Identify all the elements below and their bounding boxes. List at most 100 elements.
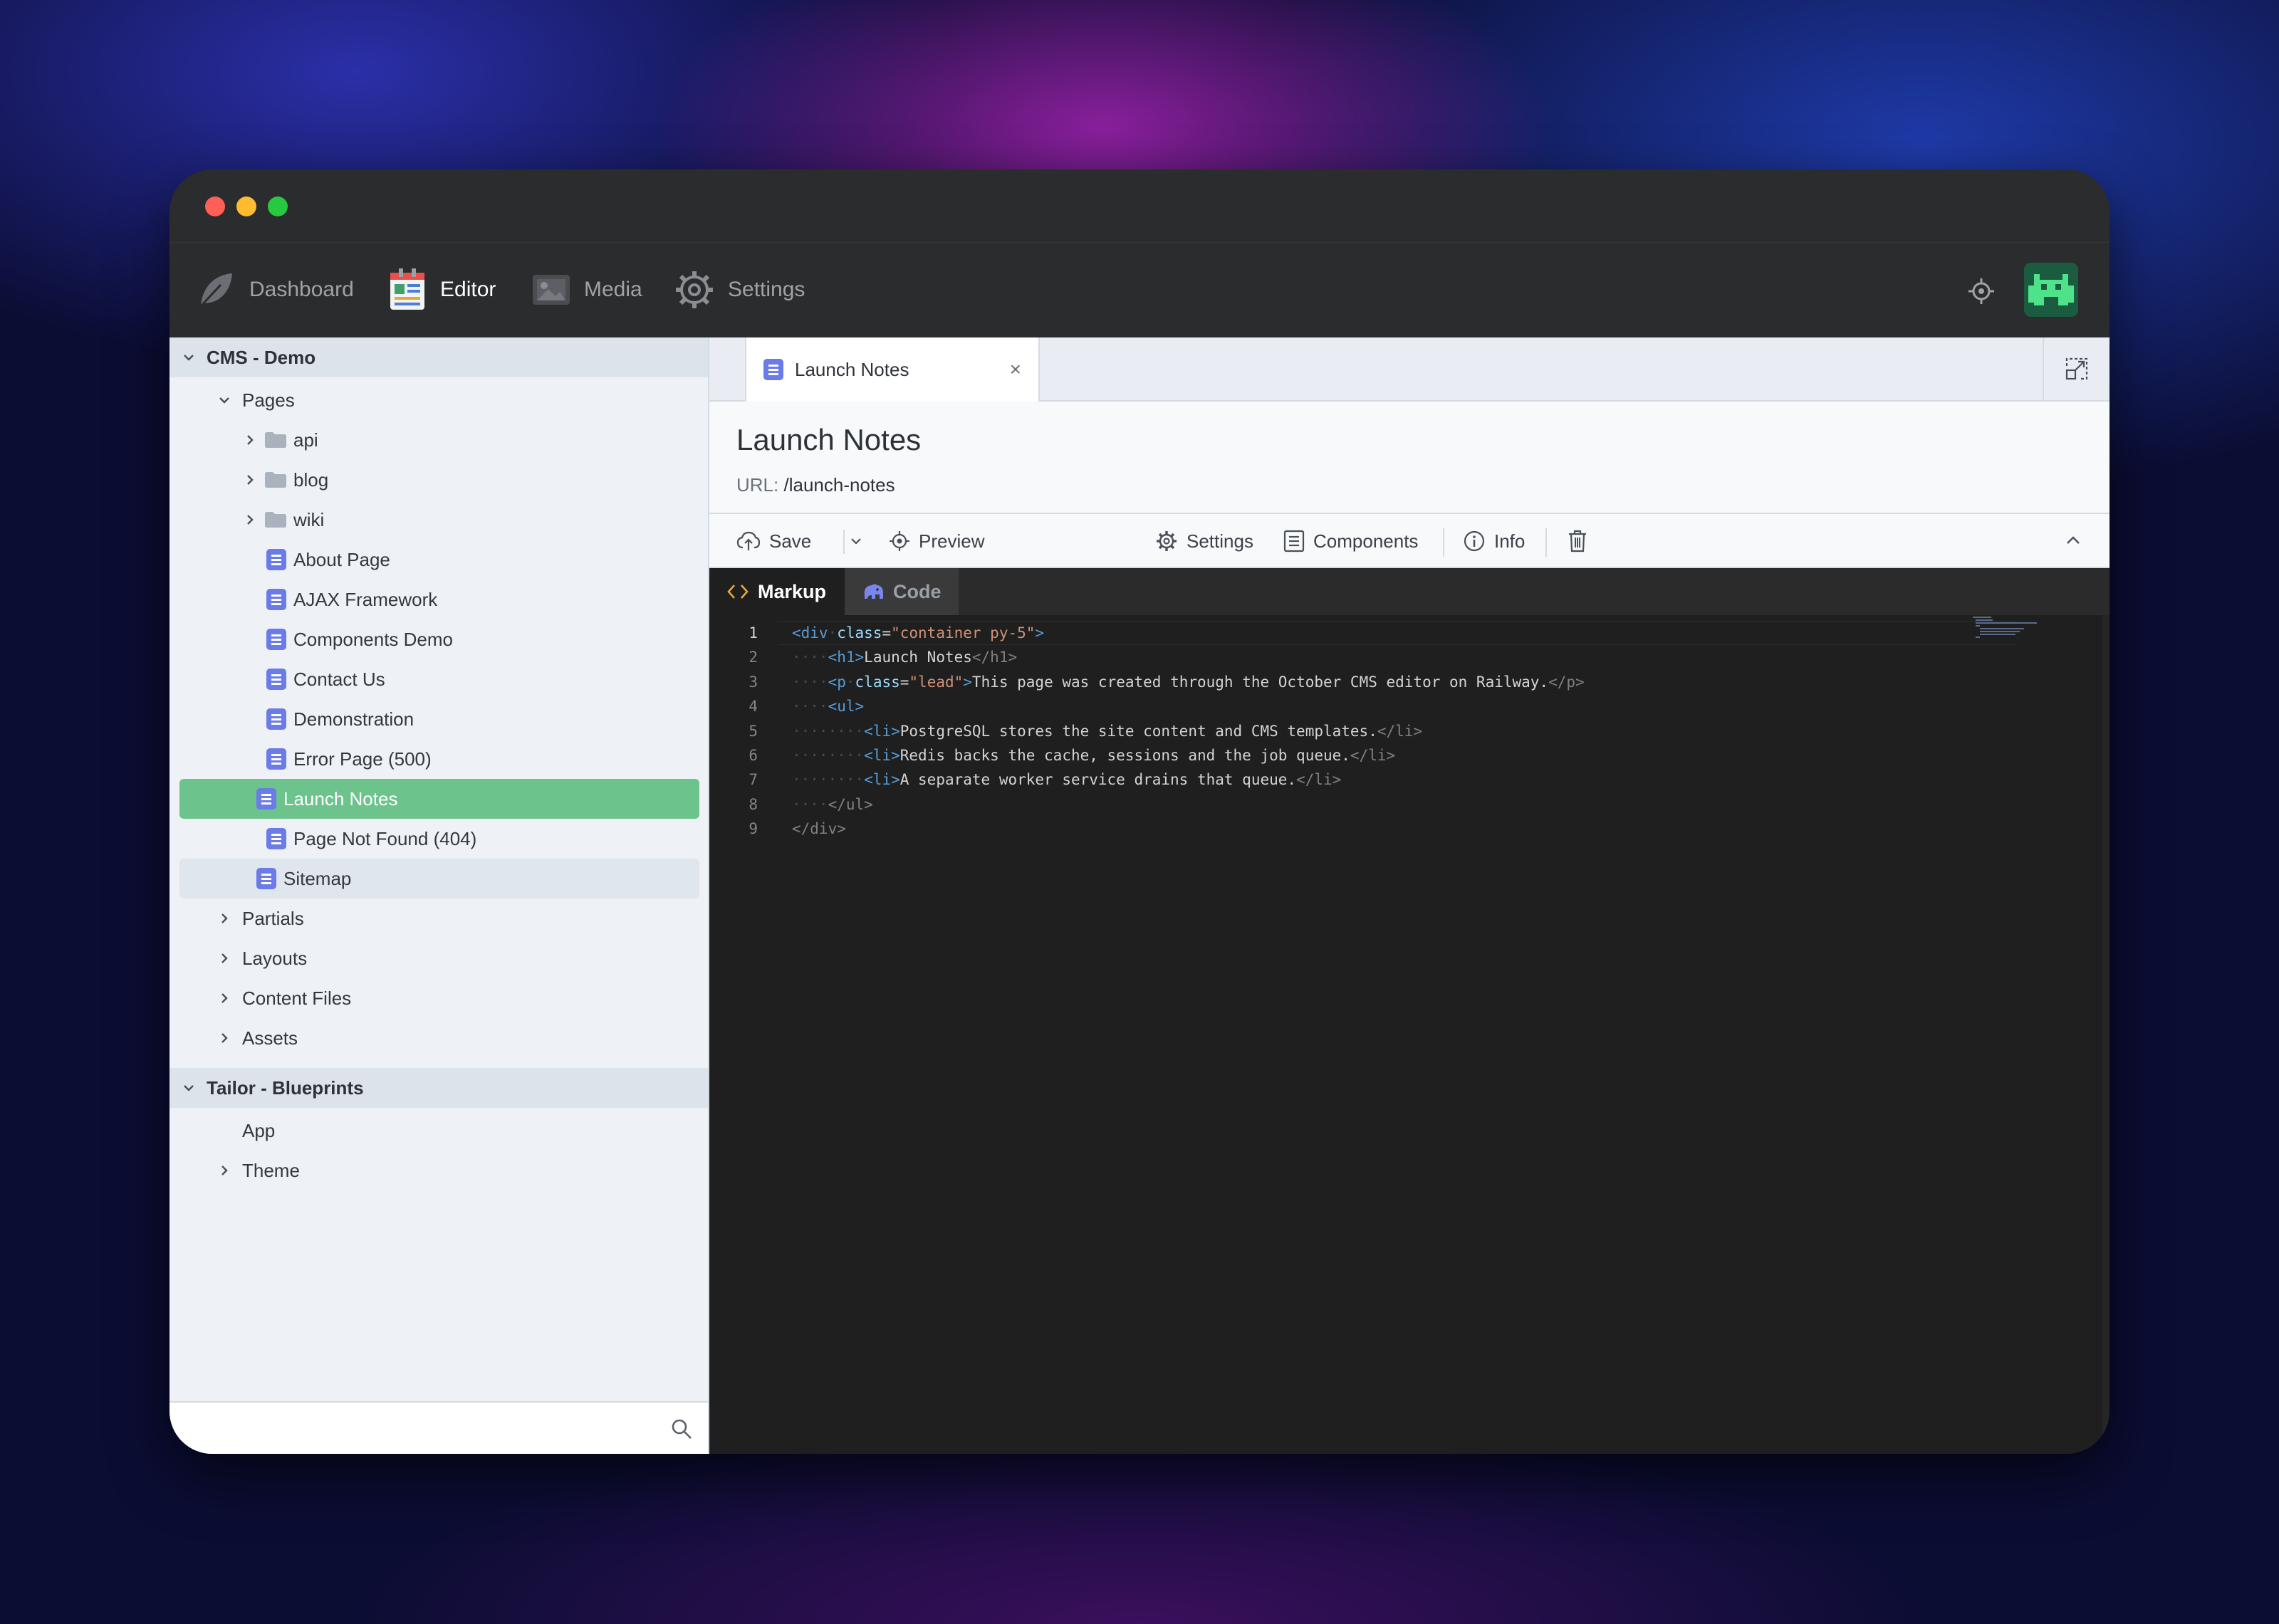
url-label: URL: bbox=[736, 474, 779, 496]
nav-dashboard-label: Dashboard bbox=[249, 278, 354, 301]
sidebar-search[interactable] bbox=[170, 1401, 708, 1454]
nav-settings[interactable]: Settings bbox=[674, 264, 805, 315]
line-code: <div·class="container py-5"> bbox=[792, 624, 1045, 641]
maximize-window-button[interactable] bbox=[268, 197, 288, 216]
code-line[interactable]: 6 ········<li>Redis backs the cache, sess… bbox=[709, 743, 2091, 768]
minimap-track[interactable] bbox=[2102, 615, 2109, 1454]
tab-launch-notes[interactable]: Launch Notes × bbox=[745, 337, 1040, 402]
code-line[interactable]: 7 ········<li>A separate worker service d… bbox=[709, 768, 2091, 792]
close-icon[interactable]: × bbox=[1010, 358, 1021, 381]
close-window-button[interactable] bbox=[205, 197, 225, 216]
cloud-upload-icon bbox=[736, 531, 761, 550]
collapse-toolbar-button[interactable] bbox=[2064, 531, 2082, 553]
crosshair-icon bbox=[890, 531, 909, 551]
tree-page-item[interactable]: Contact Us bbox=[179, 659, 699, 699]
line-number: 4 bbox=[749, 698, 758, 716]
line-number: 7 bbox=[749, 771, 758, 789]
nav-dashboard[interactable]: Dashboard bbox=[195, 264, 354, 315]
tree-folder-wiki[interactable]: wiki bbox=[179, 500, 699, 540]
tree-label: Partials bbox=[242, 907, 304, 929]
tree-page-item[interactable]: Demonstration bbox=[179, 699, 699, 739]
section-title: Tailor - Blueprints bbox=[207, 1076, 364, 1099]
media-icon bbox=[531, 272, 571, 308]
tree-label: Demonstration bbox=[293, 708, 414, 730]
tab-markup[interactable]: Markup bbox=[709, 568, 845, 615]
tree-label: Pages bbox=[242, 389, 295, 411]
page-icon bbox=[266, 589, 286, 610]
tree-folder-blog[interactable]: blog bbox=[179, 460, 699, 500]
tree-page-item[interactable]: Page Not Found (404) bbox=[179, 819, 699, 859]
tree-label: AJAX Framework bbox=[293, 588, 438, 610]
code-line[interactable]: 9 </div> bbox=[709, 817, 2091, 841]
page-icon bbox=[266, 549, 286, 570]
line-code: ········<li>Redis backs the cache, sessi… bbox=[792, 747, 1396, 764]
avatar[interactable] bbox=[2024, 263, 2078, 317]
search-icon[interactable] bbox=[671, 1418, 692, 1443]
tree-group-content-files[interactable]: Content Files bbox=[179, 978, 699, 1018]
divider bbox=[843, 530, 845, 554]
tree-page-item[interactable]: About Page bbox=[179, 540, 699, 580]
tree-group-assets[interactable]: Assets bbox=[179, 1018, 699, 1058]
tree-group-partials[interactable]: Partials bbox=[179, 899, 699, 938]
line-code: ····<h1>Launch Notes</h1> bbox=[792, 649, 1018, 666]
code-line[interactable]: 1 <div·class="container py-5"> bbox=[709, 621, 2091, 645]
section-cms-demo[interactable]: CMS - Demo bbox=[170, 337, 708, 377]
page-icon bbox=[266, 629, 286, 650]
code-line[interactable]: 4 ····<ul> bbox=[709, 694, 2091, 718]
expand-icon bbox=[2065, 357, 2088, 380]
tree-page-item[interactable]: Error Page (500) bbox=[179, 739, 699, 779]
minimap[interactable] bbox=[1970, 615, 2084, 639]
tree-page-item[interactable]: Components Demo bbox=[179, 619, 699, 659]
page-icon bbox=[266, 748, 286, 770]
tab-code[interactable]: Code bbox=[845, 568, 959, 615]
folder-icon bbox=[265, 472, 286, 488]
tree-page-item-selected[interactable]: Launch Notes bbox=[179, 779, 699, 819]
components-button[interactable]: Components bbox=[1283, 514, 1418, 568]
gear-icon bbox=[1157, 531, 1177, 551]
page-icon bbox=[266, 828, 286, 849]
settings-button[interactable]: Settings bbox=[1155, 514, 1253, 568]
minimize-window-button[interactable] bbox=[236, 197, 256, 216]
tree-page-item[interactable]: Sitemap bbox=[179, 859, 699, 899]
folder-icon bbox=[265, 512, 286, 528]
tree-pages[interactable]: Pages bbox=[179, 380, 699, 420]
tab-label: Launch Notes bbox=[795, 358, 909, 380]
code-line[interactable]: 8 ····</ul> bbox=[709, 792, 2091, 817]
code-line[interactable]: 2 ····<h1>Launch Notes</h1> bbox=[709, 645, 2091, 669]
page-title: Launch Notes bbox=[736, 423, 922, 456]
code-brackets-icon bbox=[727, 585, 749, 599]
fullscreen-button[interactable] bbox=[2043, 337, 2109, 400]
tree-page-item[interactable]: AJAX Framework bbox=[179, 580, 699, 619]
chevron-right-icon bbox=[244, 429, 256, 451]
tree-label: About Page bbox=[293, 548, 390, 570]
crosshair-icon[interactable] bbox=[1967, 277, 1996, 305]
section-tailor-blueprints[interactable]: Tailor - Blueprints bbox=[170, 1068, 708, 1108]
delete-button[interactable] bbox=[1567, 514, 1588, 568]
tree-label: Error Page (500) bbox=[293, 748, 432, 770]
url-value: /launch-notes bbox=[783, 474, 895, 496]
nav-editor-label: Editor bbox=[440, 278, 496, 301]
tree-group-layouts[interactable]: Layouts bbox=[179, 938, 699, 978]
code-line[interactable]: 5 ········<li>PostgreSQL stores the site … bbox=[709, 719, 2091, 743]
nav-editor[interactable]: Editor bbox=[387, 264, 496, 315]
line-number: 2 bbox=[749, 649, 758, 666]
tree-label: Content Files bbox=[242, 987, 352, 1009]
tree-label: App bbox=[242, 1119, 276, 1141]
page-icon bbox=[256, 868, 276, 889]
preview-button[interactable]: Preview bbox=[889, 514, 984, 568]
line-number: 3 bbox=[749, 673, 758, 691]
line-number: 9 bbox=[749, 820, 758, 838]
chevron-down-icon bbox=[182, 347, 195, 369]
tree-tailor-app[interactable]: App bbox=[179, 1111, 699, 1151]
info-icon bbox=[1464, 530, 1485, 552]
nav-media[interactable]: Media bbox=[531, 264, 642, 315]
divider bbox=[1443, 528, 1444, 557]
code-line[interactable]: 3 ····<p·class="lead">This page was creat… bbox=[709, 670, 2091, 694]
info-button[interactable]: Info bbox=[1463, 514, 1525, 568]
tree-folder-api[interactable]: api bbox=[179, 420, 699, 460]
save-options-button[interactable] bbox=[849, 514, 863, 568]
chevron-right-icon bbox=[244, 469, 256, 491]
code-editor[interactable]: 1 <div·class="container py-5"> 2 ····<h1>La… bbox=[709, 615, 2109, 1454]
save-button[interactable]: Save bbox=[736, 514, 811, 568]
tree-tailor-theme[interactable]: Theme bbox=[179, 1151, 699, 1190]
